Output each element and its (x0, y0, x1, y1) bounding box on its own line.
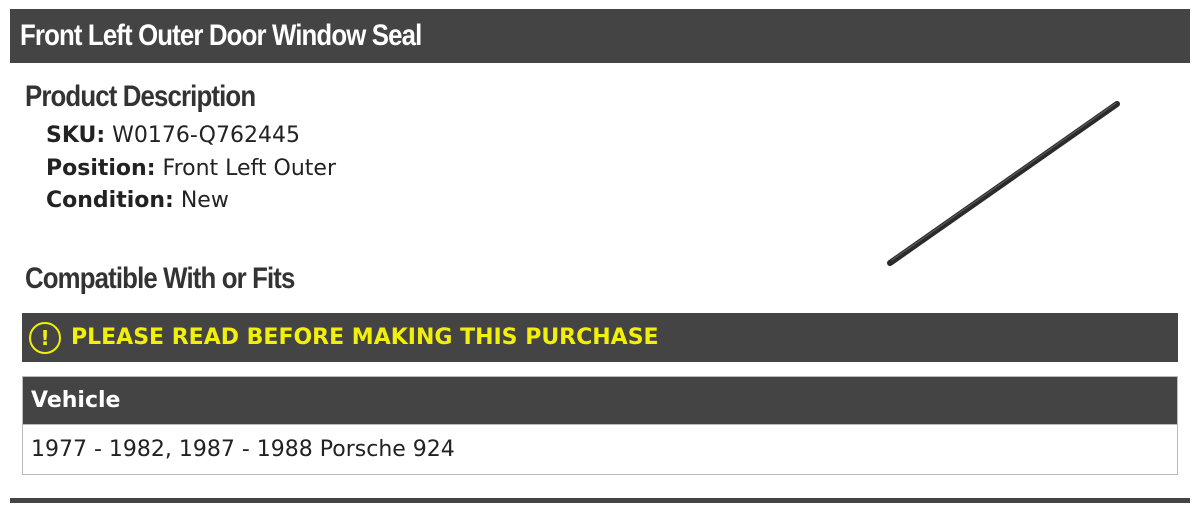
spec-value: Front Left Outer (162, 155, 337, 181)
product-title: Front Left Outer Door Window Seal (20, 19, 422, 52)
warning-text: PLEASE READ BEFORE MAKING THIS PURCHASE (71, 325, 659, 350)
vehicle-cell: 1977 - 1982, 1987 - 1988 Porsche 924 (22, 424, 1178, 475)
bottom-divider (10, 498, 1190, 503)
purchase-warning-banner[interactable]: ! PLEASE READ BEFORE MAKING THIS PURCHAS… (22, 313, 1178, 362)
table-header-row: Vehicle (22, 376, 1178, 425)
warning-circle-icon: ! (29, 321, 61, 354)
spec-label: Position: (46, 155, 156, 181)
spec-sku: SKU: W0176-Q762445 (46, 120, 336, 153)
spec-value: W0176-Q762445 (112, 123, 300, 148)
product-spec-list: SKU: W0176-Q762445 Position: Front Left … (46, 120, 336, 218)
vehicle-column-header: Vehicle (22, 376, 1178, 425)
spec-position: Position: Front Left Outer (46, 153, 336, 186)
table-row: 1977 - 1982, 1987 - 1988 Porsche 924 (22, 424, 1178, 475)
compatibility-heading: Compatible With or Fits (25, 262, 295, 295)
spec-condition: Condition: New (46, 185, 336, 218)
product-image (887, 101, 1120, 266)
spec-label: Condition: (46, 188, 174, 213)
spec-label: SKU: (46, 123, 106, 148)
spec-value: New (180, 188, 229, 213)
product-description-heading: Product Description (25, 80, 256, 113)
vehicle-fitment-table: Vehicle 1977 - 1982, 1987 - 1988 Porsche… (22, 376, 1178, 475)
product-title-bar: Front Left Outer Door Window Seal (10, 9, 1190, 63)
